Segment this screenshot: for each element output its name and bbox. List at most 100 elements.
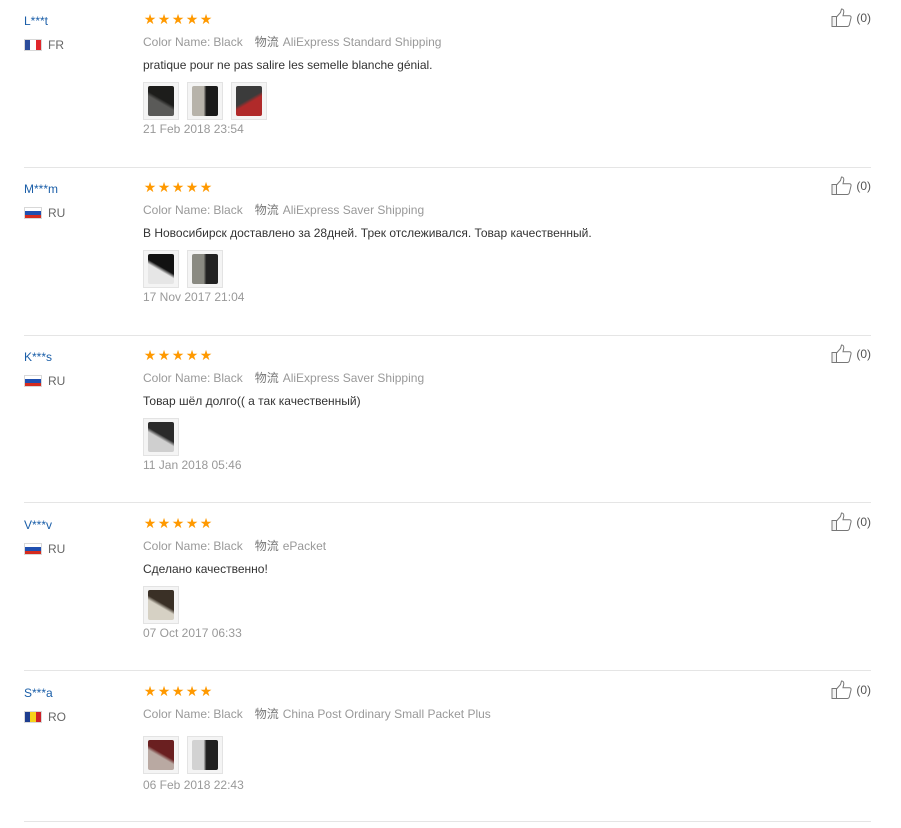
review-photo-thumbnail[interactable]	[187, 82, 223, 120]
review-photo-thumbnail[interactable]	[143, 418, 179, 456]
reviewer-country: RU	[24, 374, 65, 388]
helpful-like-button[interactable]: (0)	[831, 176, 871, 196]
reviewer-country: FR	[24, 38, 64, 52]
photo-image	[192, 86, 218, 116]
color-value: Black	[213, 707, 243, 721]
review-text: Товар шёл долго(( а так качественный)	[143, 394, 361, 408]
review-date: 07 Oct 2017 06:33	[143, 626, 242, 640]
review-item: K***s RU ★★★★★ Color Name: Black 物流 AliExpress…	[24, 344, 871, 503]
review-photo-thumbnail[interactable]	[187, 736, 223, 774]
country-flag-icon	[24, 543, 42, 555]
color-name-label: Color Name:	[143, 371, 211, 385]
shipping-method: ePacket	[282, 539, 327, 553]
star-icon: ★	[185, 347, 199, 363]
helpful-like-button[interactable]: (0)	[831, 344, 871, 364]
star-icon: ★	[171, 683, 185, 699]
review-item: V***v RU ★★★★★ Color Name: Black 物流 ePacket Сде…	[24, 512, 871, 671]
star-icon: ★	[185, 683, 199, 699]
reviewer-name[interactable]: L***t	[24, 14, 48, 28]
photo-image	[236, 86, 262, 116]
like-count: (0)	[856, 179, 871, 193]
review-text: pratique pour ne pas salire les semelle …	[143, 58, 433, 72]
review-photos	[143, 82, 275, 120]
review-photo-thumbnail[interactable]	[143, 736, 179, 774]
country-code: RO	[48, 710, 66, 724]
review-item: S***a RO ★★★★★ Color Name: Black 物流 China Post…	[24, 680, 871, 822]
star-icon: ★	[171, 179, 185, 195]
review-photo-thumbnail[interactable]	[231, 82, 267, 120]
reviewer-name[interactable]: K***s	[24, 350, 52, 364]
like-count: (0)	[856, 515, 871, 529]
country-flag-icon	[24, 207, 42, 219]
color-value: Black	[213, 539, 243, 553]
thumbs-up-icon	[831, 176, 852, 195]
star-icon: ★	[171, 515, 185, 531]
review-photos	[143, 250, 231, 288]
reviewer-name[interactable]: M***m	[24, 182, 58, 196]
photo-image	[148, 590, 174, 620]
review-photo-thumbnail[interactable]	[143, 586, 179, 624]
order-attributes: Color Name: Black 物流 China Post Ordinary Sm…	[143, 705, 491, 722]
review-photos	[143, 418, 187, 456]
shipping-method: AliExpress Standard Shipping	[282, 35, 442, 49]
reviewer-country: RU	[24, 542, 65, 556]
country-code: FR	[48, 38, 64, 52]
review-item: M***m RU ★★★★★ Color Name: Black 物流 AliExpress…	[24, 176, 871, 336]
star-icon: ★	[185, 11, 199, 27]
color-value: Black	[213, 371, 243, 385]
color-name-label: Color Name:	[143, 35, 211, 49]
review-photo-thumbnail[interactable]	[143, 250, 179, 288]
star-icon: ★	[199, 683, 213, 699]
order-attributes: Color Name: Black 物流 ePacket	[143, 537, 326, 554]
like-count: (0)	[856, 347, 871, 361]
review-date: 17 Nov 2017 21:04	[143, 290, 245, 304]
star-rating: ★★★★★	[143, 180, 213, 194]
thumbs-up-icon	[831, 8, 852, 27]
photo-image	[148, 740, 174, 770]
review-text: В Новосибирск доставлено за 28дней. Трек…	[143, 226, 592, 240]
review-text: Сделано качественно!	[143, 562, 268, 576]
shipping-method: China Post Ordinary Small Packet Plus	[282, 707, 491, 721]
order-attributes: Color Name: Black 物流 AliExpress Standard Sh…	[143, 33, 441, 50]
review-photo-thumbnail[interactable]	[143, 82, 179, 120]
color-name-label: Color Name:	[143, 707, 211, 721]
like-count: (0)	[856, 11, 871, 25]
star-icon: ★	[157, 683, 171, 699]
review-photo-thumbnail[interactable]	[187, 250, 223, 288]
logistics-label: 物流	[254, 203, 279, 217]
photo-image	[148, 422, 174, 452]
star-rating: ★★★★★	[143, 516, 213, 530]
review-date: 11 Jan 2018 05:46	[143, 458, 242, 472]
star-rating: ★★★★★	[143, 12, 213, 26]
country-code: RU	[48, 542, 66, 556]
country-flag-icon	[24, 375, 42, 387]
helpful-like-button[interactable]: (0)	[831, 680, 871, 700]
star-rating: ★★★★★	[143, 348, 213, 362]
photo-image	[148, 254, 174, 284]
country-code: RU	[48, 206, 66, 220]
review-photos	[143, 736, 231, 774]
thumbs-up-icon	[831, 344, 852, 363]
star-icon: ★	[171, 11, 185, 27]
color-name-label: Color Name:	[143, 203, 211, 217]
star-icon: ★	[171, 347, 185, 363]
star-icon: ★	[143, 515, 157, 531]
color-value: Black	[213, 203, 243, 217]
logistics-label: 物流	[254, 539, 279, 553]
order-attributes: Color Name: Black 物流 AliExpress Saver Shipp…	[143, 201, 424, 218]
helpful-like-button[interactable]: (0)	[831, 512, 871, 532]
helpful-like-button[interactable]: (0)	[831, 8, 871, 28]
logistics-label: 物流	[254, 35, 279, 49]
photo-image	[192, 740, 218, 770]
reviewer-name[interactable]: S***a	[24, 686, 53, 700]
logistics-label: 物流	[254, 371, 279, 385]
review-date: 21 Feb 2018 23:54	[143, 122, 244, 136]
star-icon: ★	[143, 347, 157, 363]
country-code: RU	[48, 374, 66, 388]
reviewer-name[interactable]: V***v	[24, 518, 52, 532]
order-attributes: Color Name: Black 物流 AliExpress Saver Shipp…	[143, 369, 424, 386]
star-icon: ★	[157, 515, 171, 531]
star-icon: ★	[199, 347, 213, 363]
reviewer-country: RU	[24, 206, 65, 220]
star-icon: ★	[143, 179, 157, 195]
